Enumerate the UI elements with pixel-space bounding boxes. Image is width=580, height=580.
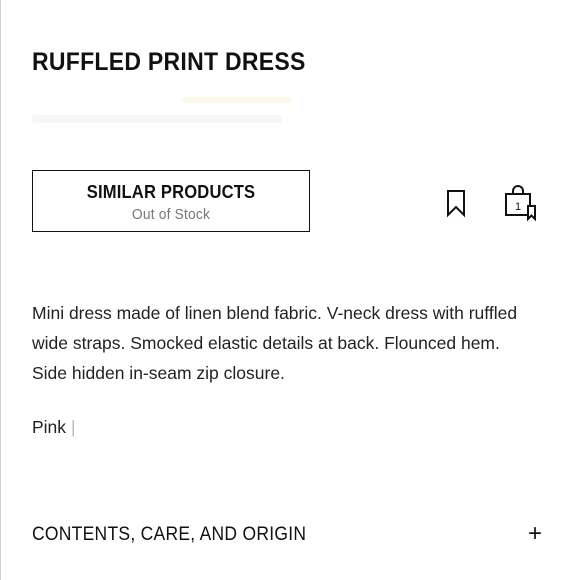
stock-status: Out of Stock	[131, 206, 211, 223]
bag-count: 1	[515, 201, 521, 213]
product-description: Mini dress made of linen blend fabric. V…	[32, 303, 518, 383]
contents-care-origin-label: CONTENTS, CARE, AND ORIGIN	[32, 524, 307, 545]
similar-products-button[interactable]: SIMILAR PRODUCTS Out of Stock	[32, 170, 310, 232]
faded-line	[32, 115, 282, 123]
color-separator: |	[71, 417, 76, 437]
similar-products-label: SIMILAR PRODUCTS	[86, 182, 256, 202]
shopping-bag-icon-svg: 1	[505, 185, 536, 222]
faded-line	[182, 97, 292, 103]
bookmark-icon[interactable]	[444, 188, 468, 218]
color-row: Pink |	[32, 412, 76, 442]
plus-icon[interactable]: +	[528, 520, 542, 548]
bookmark-icon-svg	[447, 190, 465, 218]
contents-care-origin-accordion[interactable]: CONTENTS, CARE, AND ORIGIN +	[32, 518, 544, 554]
faded-price-placeholder	[32, 95, 292, 129]
shopping-bag-icon[interactable]: 1	[502, 185, 538, 222]
left-divider	[0, 0, 1, 580]
color-name: Pink	[32, 417, 67, 437]
product-title: RUFFLED PRINT DRESS	[32, 48, 306, 76]
